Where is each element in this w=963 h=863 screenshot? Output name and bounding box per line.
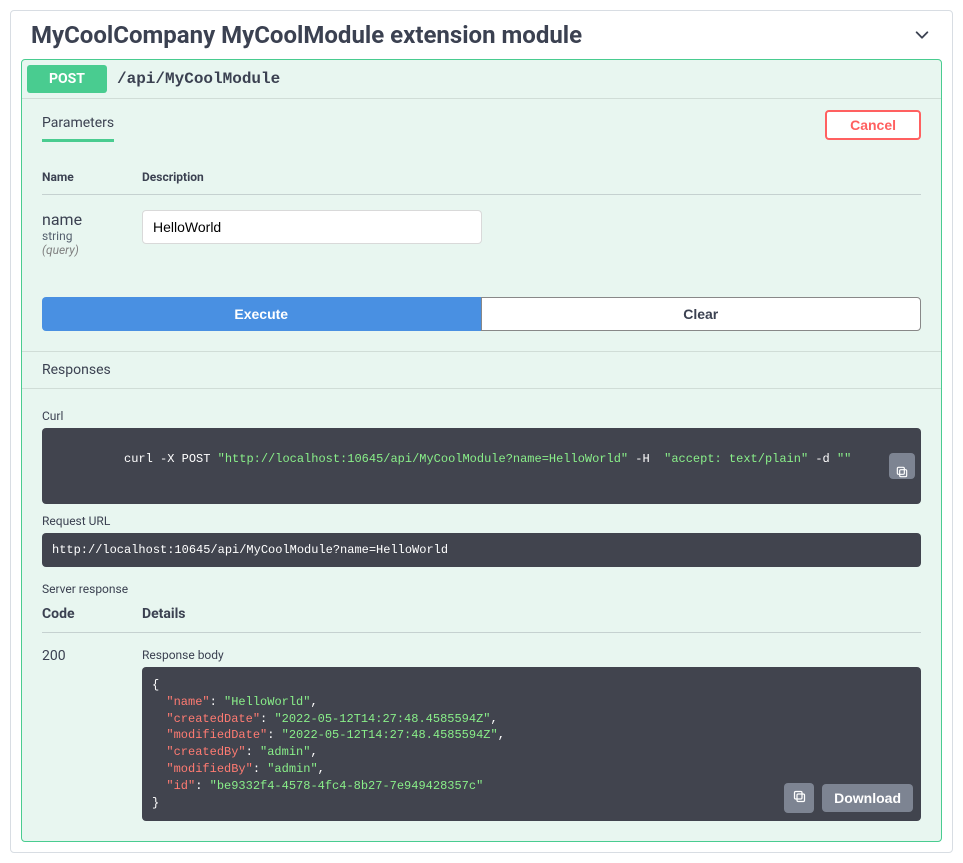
response-table-head: Code Details xyxy=(42,606,921,633)
copy-curl-button[interactable] xyxy=(889,453,915,479)
module-title: MyCoolCompany MyCoolModule extension mod… xyxy=(31,21,582,49)
param-in: (query) xyxy=(42,243,142,257)
curl-label: Curl xyxy=(42,409,921,423)
request-url-label: Request URL xyxy=(42,514,921,528)
response-status-code: 200 xyxy=(42,648,142,664)
param-input-name[interactable] xyxy=(142,210,482,244)
chevron-down-icon[interactable] xyxy=(912,25,932,45)
execute-button[interactable]: Execute xyxy=(42,297,481,331)
responses-inner: Curl curl -X POST "http://localhost:1064… xyxy=(22,389,941,841)
column-details-header: Details xyxy=(142,606,186,622)
operation-summary[interactable]: POST /api/MyCoolModule xyxy=(22,60,941,98)
tab-parameters[interactable]: Parameters xyxy=(42,107,114,142)
clipboard-icon xyxy=(792,789,807,807)
column-name-header: Name xyxy=(42,170,142,184)
module-header[interactable]: MyCoolCompany MyCoolModule extension mod… xyxy=(11,11,952,59)
operation-body: Parameters Cancel Name Description name … xyxy=(22,98,941,841)
response-details: Response body { "name": "HelloWorld", "c… xyxy=(142,648,921,821)
params-table-head: Name Description xyxy=(42,170,921,195)
param-name: name xyxy=(42,210,142,229)
response-body-actions: Download xyxy=(784,783,913,813)
http-method-badge: POST xyxy=(27,65,107,93)
operation-block: POST /api/MyCoolModule Parameters Cancel… xyxy=(21,59,942,842)
server-response-label: Server response xyxy=(42,582,921,596)
response-row: 200 Response body { "name": "HelloWorld"… xyxy=(42,648,921,821)
curl-command-block: curl -X POST "http://localhost:10645/api… xyxy=(42,428,921,504)
column-description-header: Description xyxy=(142,170,204,184)
clipboard-icon xyxy=(889,435,915,497)
copy-response-button[interactable] xyxy=(784,783,814,813)
request-url-block: http://localhost:10645/api/MyCoolModule?… xyxy=(42,533,921,567)
response-body-block: { "name": "HelloWorld", "createdDate": "… xyxy=(142,667,921,821)
clear-button[interactable]: Clear xyxy=(481,297,922,331)
execute-row: Execute Clear xyxy=(22,277,941,351)
param-input-cell xyxy=(142,210,482,244)
cancel-button[interactable]: Cancel xyxy=(825,110,921,140)
parameters-section: Name Description name string (query) xyxy=(22,150,941,277)
column-code-header: Code xyxy=(42,606,142,622)
download-button[interactable]: Download xyxy=(822,784,913,812)
parameters-table: Name Description name string (query) xyxy=(42,170,921,257)
response-body-label: Response body xyxy=(142,648,921,662)
tab-header: Parameters Cancel xyxy=(22,99,941,150)
param-type: string xyxy=(42,229,142,243)
responses-header: Responses xyxy=(22,351,941,389)
parameter-row: name string (query) xyxy=(42,210,921,257)
api-module-panel: MyCoolCompany MyCoolModule extension mod… xyxy=(10,10,953,853)
operation-path: /api/MyCoolModule xyxy=(117,70,280,88)
param-name-cell: name string (query) xyxy=(42,210,142,257)
